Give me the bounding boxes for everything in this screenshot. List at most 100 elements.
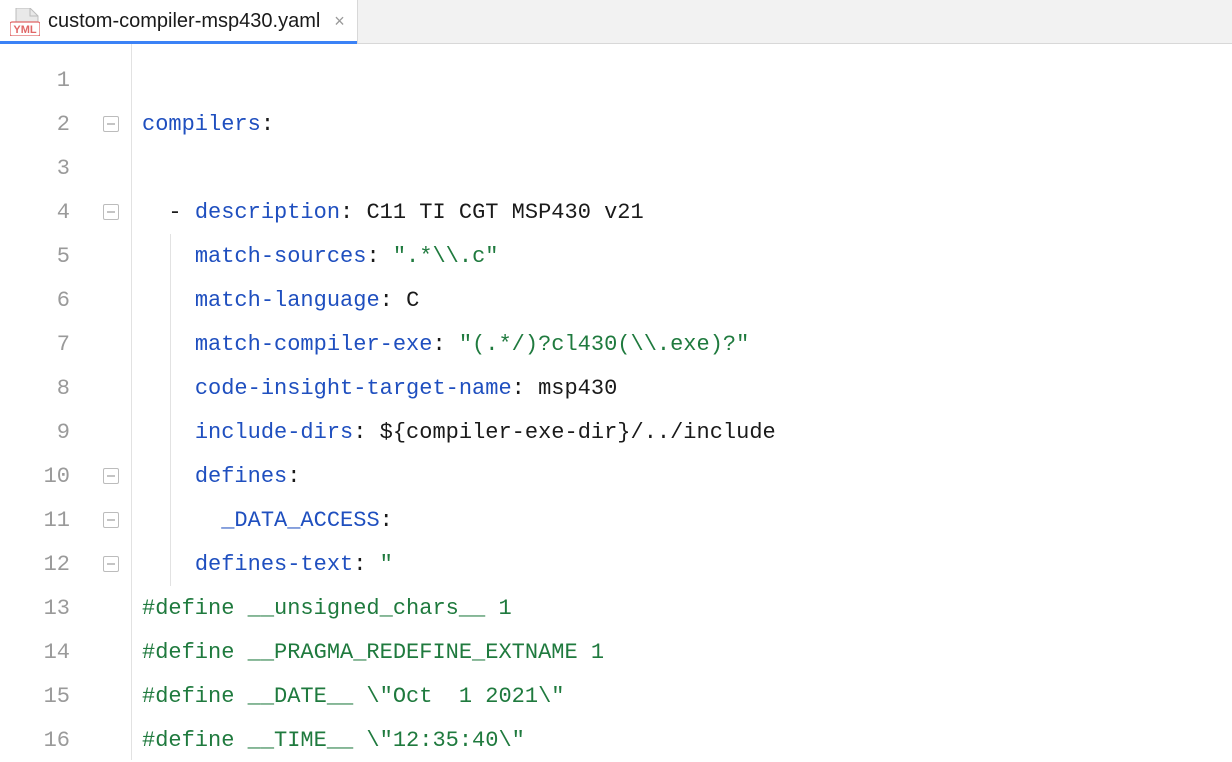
code-token: : (340, 200, 366, 225)
code-token: : (380, 508, 393, 533)
code-token: C11 TI CGT MSP430 v21 (366, 200, 643, 225)
line-number: 12 (0, 542, 90, 586)
indent-guide (170, 322, 171, 366)
code-token: #define __TIME__ \"12:35:40\" (142, 728, 525, 753)
fold-toggle-icon[interactable] (103, 468, 119, 484)
code-line[interactable]: #define __PRAGMA_REDEFINE_EXTNAME 1 (142, 630, 1232, 674)
line-number: 9 (0, 410, 90, 454)
code-line[interactable]: - description: C11 TI CGT MSP430 v21 (142, 190, 1232, 234)
code-token (142, 332, 195, 357)
code-line[interactable] (142, 58, 1232, 102)
code-line[interactable]: match-compiler-exe: "(.*/)?cl430(\\.exe)… (142, 322, 1232, 366)
code-line[interactable]: #define __unsigned_chars__ 1 (142, 586, 1232, 630)
code-token: : (366, 244, 392, 269)
code-line[interactable]: code-insight-target-name: msp430 (142, 366, 1232, 410)
indent-guide (170, 410, 171, 454)
fold-cell (90, 542, 132, 586)
code-line[interactable]: compilers: (142, 102, 1232, 146)
code-token: : (512, 376, 538, 401)
fold-cell (90, 586, 132, 630)
code-token: : (353, 420, 379, 445)
code-token: code-insight-target-name (195, 376, 512, 401)
code-token (142, 552, 195, 577)
line-number: 10 (0, 454, 90, 498)
code-token: compilers (142, 112, 261, 137)
fold-toggle-icon[interactable] (103, 556, 119, 572)
line-number: 15 (0, 674, 90, 718)
fold-cell (90, 146, 132, 190)
fold-cell (90, 234, 132, 278)
line-number: 3 (0, 146, 90, 190)
code-token: : (261, 112, 274, 137)
code-token: defines-text (195, 552, 353, 577)
code-token: #define __PRAGMA_REDEFINE_EXTNAME 1 (142, 640, 604, 665)
fold-cell (90, 498, 132, 542)
code-token: ".*\\.c" (393, 244, 499, 269)
line-number: 7 (0, 322, 90, 366)
line-number: 11 (0, 498, 90, 542)
code-token: "(.*/)?cl430(\\.exe)?" (459, 332, 749, 357)
yaml-file-icon: YML (10, 8, 40, 36)
close-icon[interactable]: × (334, 11, 345, 32)
fold-cell (90, 718, 132, 762)
line-number: 4 (0, 190, 90, 234)
line-number: 1 (0, 58, 90, 102)
code-token: : (380, 288, 406, 313)
fold-cell (90, 190, 132, 234)
code-token (142, 420, 195, 445)
code-line[interactable]: defines: (142, 454, 1232, 498)
indent-guide (170, 542, 171, 586)
code-line[interactable]: defines-text: " (142, 542, 1232, 586)
code-token: description (195, 200, 340, 225)
fold-cell (90, 322, 132, 366)
code-area[interactable]: compilers: - description: C11 TI CGT MSP… (132, 44, 1232, 760)
code-token: : (287, 464, 300, 489)
code-token: #define __DATE__ \"Oct 1 2021\" (142, 684, 564, 709)
code-line[interactable]: _DATA_ACCESS: (142, 498, 1232, 542)
code-token: match-language (195, 288, 380, 313)
fold-toggle-icon[interactable] (103, 204, 119, 220)
code-line[interactable]: #define __TIME__ \"12:35:40\" (142, 718, 1232, 762)
fold-cell (90, 102, 132, 146)
indent-guide (170, 234, 171, 278)
line-number: 14 (0, 630, 90, 674)
code-token: " (380, 552, 393, 577)
indent-guide (170, 366, 171, 410)
line-number-gutter: 12345678910111213141516 (0, 44, 90, 760)
fold-cell (90, 58, 132, 102)
code-token: : (432, 332, 458, 357)
tab-bar: YML custom-compiler-msp430.yaml × (0, 0, 1232, 44)
code-line[interactable]: match-sources: ".*\\.c" (142, 234, 1232, 278)
fold-toggle-icon[interactable] (103, 512, 119, 528)
code-line[interactable] (142, 146, 1232, 190)
fold-cell (90, 674, 132, 718)
line-number: 6 (0, 278, 90, 322)
file-tab[interactable]: YML custom-compiler-msp430.yaml × (0, 0, 358, 43)
line-number: 5 (0, 234, 90, 278)
fold-cell (90, 366, 132, 410)
code-token: ${compiler-exe-dir}/../include (380, 420, 776, 445)
fold-toggle-icon[interactable] (103, 116, 119, 132)
indent-guide (170, 454, 171, 498)
code-token: C (406, 288, 419, 313)
code-line[interactable]: include-dirs: ${compiler-exe-dir}/../inc… (142, 410, 1232, 454)
svg-text:YML: YML (13, 24, 37, 36)
fold-cell (90, 278, 132, 322)
code-token: - (142, 200, 195, 225)
editor: 12345678910111213141516 compilers: - des… (0, 44, 1232, 760)
line-number: 13 (0, 586, 90, 630)
code-line[interactable]: match-language: C (142, 278, 1232, 322)
indent-guide (170, 498, 171, 542)
code-line[interactable]: #define __DATE__ \"Oct 1 2021\" (142, 674, 1232, 718)
code-token (142, 508, 221, 533)
line-number: 16 (0, 718, 90, 762)
code-token (142, 288, 195, 313)
fold-gutter (90, 44, 132, 760)
code-token: include-dirs (195, 420, 353, 445)
code-token: defines (195, 464, 287, 489)
fold-cell (90, 630, 132, 674)
code-token: match-sources (195, 244, 367, 269)
code-token: match-compiler-exe (195, 332, 433, 357)
code-token: _DATA_ACCESS (221, 508, 379, 533)
fold-cell (90, 410, 132, 454)
